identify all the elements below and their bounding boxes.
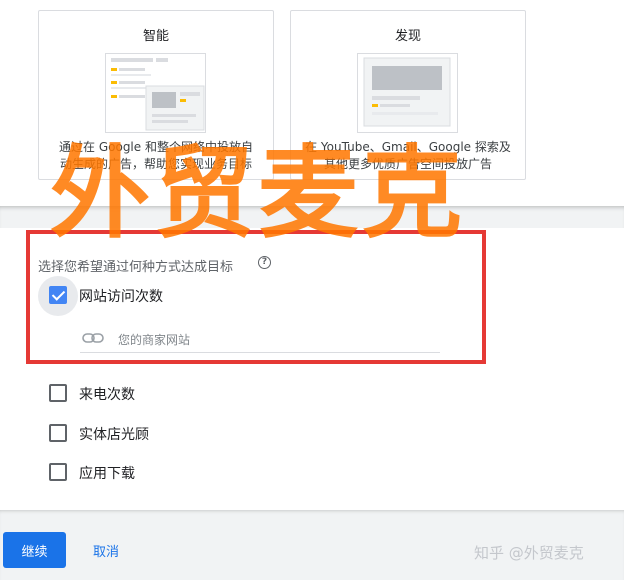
discovery-illustration-graphic bbox=[363, 57, 451, 127]
store-visits-label: 实体店光顾 bbox=[79, 427, 149, 443]
watermark-text: 外贸麦克 bbox=[50, 135, 466, 252]
store-visits-checkbox[interactable] bbox=[49, 424, 67, 442]
smart-campaign-illustration bbox=[105, 53, 206, 133]
discovery-campaign-illustration bbox=[357, 53, 458, 133]
watermark-credit: 知乎 @外贸麦克 bbox=[474, 544, 584, 562]
card-title: 发现 bbox=[394, 29, 421, 44]
phone-calls-label: 来电次数 bbox=[79, 387, 135, 403]
cancel-button[interactable]: 取消 bbox=[84, 532, 128, 568]
smart-illustration-graphic bbox=[111, 58, 205, 131]
app-downloads-label: 应用下载 bbox=[79, 466, 135, 482]
app-downloads-checkbox[interactable] bbox=[49, 463, 67, 481]
card-title: 智能 bbox=[142, 29, 169, 44]
phone-calls-checkbox[interactable] bbox=[49, 384, 67, 402]
continue-button[interactable]: 继续 bbox=[3, 532, 66, 568]
